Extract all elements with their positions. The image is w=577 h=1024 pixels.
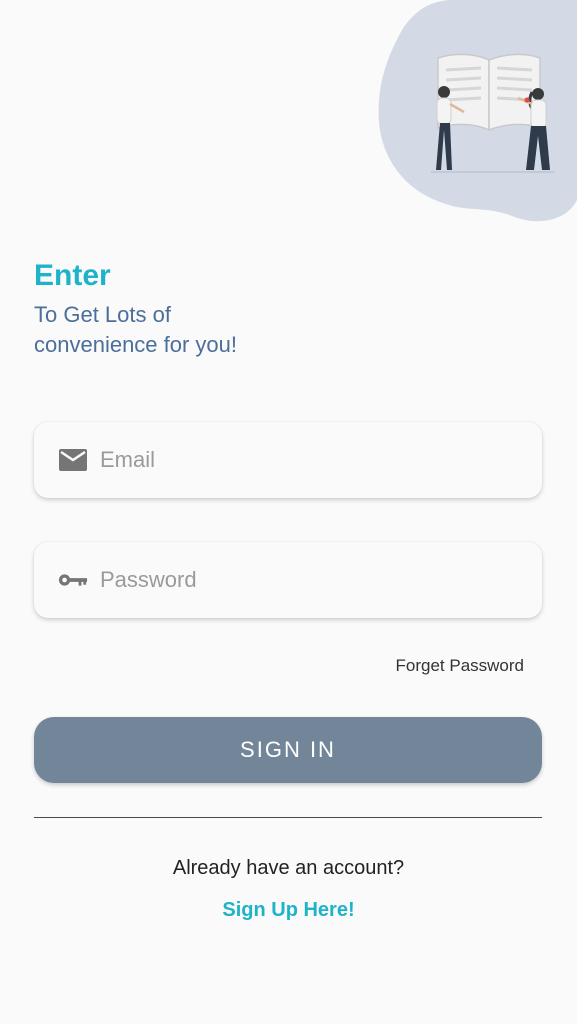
reading-people-illustration xyxy=(376,0,577,225)
key-icon xyxy=(58,565,88,595)
forget-password-link[interactable]: Forget Password xyxy=(396,656,525,676)
sign-up-link[interactable]: Sign Up Here! xyxy=(0,899,577,922)
page-subtitle: To Get Lots of convenience for you! xyxy=(34,300,354,360)
subtitle-line-1: To Get Lots of xyxy=(34,302,171,327)
welcome-heading: Enter To Get Lots of convenience for you… xyxy=(34,258,354,360)
subtitle-line-2: convenience for you! xyxy=(34,332,238,357)
email-input[interactable] xyxy=(100,447,500,473)
already-have-account-text: Already have an account? xyxy=(172,857,405,879)
sign-in-button[interactable]: SIGN IN xyxy=(34,717,542,783)
page-title: Enter xyxy=(34,259,111,292)
mail-icon xyxy=(58,445,88,475)
login-screen: Enter To Get Lots of convenience for you… xyxy=(0,0,577,1024)
password-field-container[interactable] xyxy=(34,542,542,618)
password-input[interactable] xyxy=(100,567,500,593)
divider xyxy=(34,817,542,818)
email-field-container[interactable] xyxy=(34,422,542,498)
